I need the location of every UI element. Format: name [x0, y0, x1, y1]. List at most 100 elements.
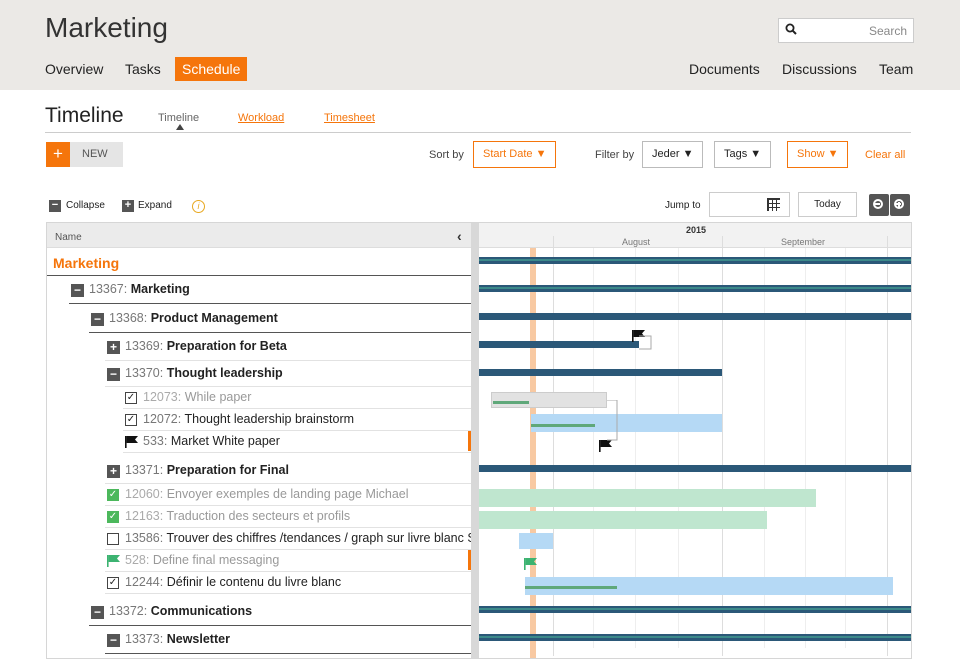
- task-id: 13369:: [125, 339, 164, 353]
- task-checkbox[interactable]: ✓: [125, 392, 137, 404]
- clear-all-link[interactable]: Clear all: [865, 149, 905, 161]
- timescale-header: 2015 August September: [479, 223, 911, 248]
- task-label: 13371: Preparation for Final: [125, 463, 289, 477]
- today-button[interactable]: Today: [798, 192, 857, 217]
- task-label: 12060: Envoyer exemples de landing page …: [125, 487, 409, 501]
- task-row[interactable]: +13371: Preparation for Final: [47, 457, 471, 484]
- task-label: 12073: While paper: [143, 390, 251, 404]
- filter-show-dropdown[interactable]: Show ▼: [787, 141, 849, 168]
- expand-node-icon[interactable]: +: [107, 341, 120, 354]
- task-checkbox[interactable]: ✓: [125, 414, 137, 426]
- collapse-button[interactable]: Collapse: [66, 198, 105, 214]
- task-checkbox[interactable]: ✓: [107, 511, 119, 523]
- task-bar-gray[interactable]: [491, 392, 607, 408]
- zoom-in-icon[interactable]: [890, 194, 910, 216]
- dependency-connector: [601, 399, 637, 453]
- task-name: Marketing: [130, 282, 190, 296]
- nav-schedule[interactable]: Schedule: [175, 57, 248, 81]
- task-id: 13372:: [109, 604, 148, 618]
- progress-line[interactable]: [531, 424, 595, 427]
- info-icon[interactable]: i: [192, 200, 205, 213]
- new-plus-button[interactable]: +: [46, 142, 70, 167]
- task-checkbox[interactable]: ✓: [107, 489, 119, 501]
- expand-node-icon[interactable]: +: [107, 465, 120, 478]
- new-button[interactable]: NEW: [70, 142, 123, 167]
- task-name: Market White paper: [170, 434, 280, 448]
- collapse-node-icon[interactable]: −: [107, 634, 120, 647]
- task-row[interactable]: +13369: Preparation for Beta: [47, 333, 471, 361]
- task-row[interactable]: −13368: Product Management: [47, 304, 471, 333]
- jump-to-date-input[interactable]: [709, 192, 790, 217]
- nav-discussions[interactable]: Discussions: [782, 57, 857, 81]
- task-name: Define final messaging: [152, 553, 280, 567]
- filter-tags-dropdown[interactable]: Tags ▼: [714, 141, 772, 168]
- filter-label: Filter by: [595, 149, 635, 161]
- zoom-out-icon[interactable]: [869, 194, 889, 216]
- task-checkbox[interactable]: ✓: [107, 577, 119, 589]
- task-bar-done[interactable]: [479, 489, 816, 507]
- task-row[interactable]: −13370: Thought leadership: [47, 361, 471, 387]
- collapse-panel-icon[interactable]: ‹: [457, 228, 462, 244]
- task-row[interactable]: 528: Define final messaging: [47, 550, 471, 572]
- collapse-node-icon[interactable]: −: [91, 313, 104, 326]
- task-name: Définir le contenu du livre blanc: [166, 575, 342, 589]
- task-row[interactable]: ✓ 12244: Définir le contenu du livre blan…: [47, 572, 471, 594]
- task-row[interactable]: −13367: Marketing: [47, 276, 471, 304]
- timescale-year: 2015: [685, 225, 707, 235]
- gantt-horizontal-scrollbar[interactable]: ◀ ▶: [911, 642, 912, 659]
- filter-jeder-dropdown[interactable]: Jeder ▼: [642, 141, 704, 168]
- task-row[interactable]: ✓ 12163: Traduction des secteurs et profi…: [47, 506, 471, 528]
- nav-tasks[interactable]: Tasks: [125, 57, 161, 81]
- task-id: 13370:: [125, 366, 164, 380]
- nav-team[interactable]: Team: [879, 57, 913, 81]
- marketing-project-row[interactable]: Marketing: [47, 249, 471, 276]
- expand-icon[interactable]: +: [122, 200, 134, 212]
- summary-bar[interactable]: [479, 341, 639, 348]
- expand-button[interactable]: Expand: [138, 198, 172, 214]
- summary-stripe[interactable]: [479, 287, 911, 289]
- nav-documents[interactable]: Documents: [689, 57, 760, 81]
- task-row[interactable]: −13373: Newsletter: [47, 626, 471, 654]
- calendar-icon[interactable]: [767, 198, 780, 211]
- task-row[interactable]: −13372: Communications: [47, 598, 471, 626]
- summary-bar[interactable]: [479, 465, 911, 472]
- app-header: Marketing Search Overview Tasks Schedule…: [0, 0, 960, 90]
- summary-bar[interactable]: [479, 369, 722, 376]
- task-label: 12163: Traduction des secteurs et profil…: [125, 509, 350, 523]
- jump-to-label: Jump to: [665, 200, 701, 211]
- panel-splitter[interactable]: [471, 223, 479, 658]
- subtab-timesheet[interactable]: Timesheet: [324, 112, 375, 124]
- subtab-workload[interactable]: Workload: [238, 112, 284, 124]
- subtab-active-caret: [176, 124, 184, 130]
- summary-stripe[interactable]: [479, 259, 911, 261]
- summary-stripe[interactable]: [479, 608, 911, 610]
- task-row[interactable]: ✓ 12060: Envoyer exemples de landing page…: [47, 484, 471, 506]
- task-row[interactable]: 13586: Trouver des chiffres /tendances /…: [47, 528, 471, 550]
- subtab-timeline[interactable]: Timeline: [158, 112, 199, 124]
- search-box[interactable]: Search: [778, 18, 914, 43]
- task-label: 12072: Thought leadership brainstorm: [143, 412, 354, 426]
- task-row[interactable]: ✓ 12073: While paper: [47, 387, 471, 409]
- task-row[interactable]: 533: Market White paper: [47, 431, 471, 453]
- task-id: 528:: [125, 553, 150, 567]
- task-id: 13371:: [125, 463, 164, 477]
- task-bar-done[interactable]: [479, 511, 767, 529]
- sort-dropdown[interactable]: Start Date ▼: [473, 141, 557, 168]
- collapse-node-icon[interactable]: −: [71, 284, 84, 297]
- progress-line[interactable]: [493, 401, 529, 404]
- timescale-month: August: [622, 237, 651, 247]
- summary-bar[interactable]: [479, 313, 911, 320]
- task-id: 12060:: [125, 487, 164, 501]
- progress-line[interactable]: [525, 586, 617, 589]
- task-name: Communications: [150, 604, 253, 618]
- summary-stripe[interactable]: [479, 636, 911, 638]
- nav-overview[interactable]: Overview: [45, 57, 103, 81]
- collapse-icon[interactable]: −: [49, 200, 61, 212]
- main-nav: Overview Tasks Schedule Documents Discus…: [0, 57, 960, 81]
- task-id: 13368:: [109, 311, 148, 325]
- collapse-node-icon[interactable]: −: [107, 368, 120, 381]
- task-row[interactable]: ✓ 12072: Thought leadership brainstorm: [47, 409, 471, 431]
- collapse-node-icon[interactable]: −: [91, 606, 104, 619]
- task-checkbox[interactable]: [107, 533, 119, 545]
- task-bar[interactable]: [519, 533, 553, 549]
